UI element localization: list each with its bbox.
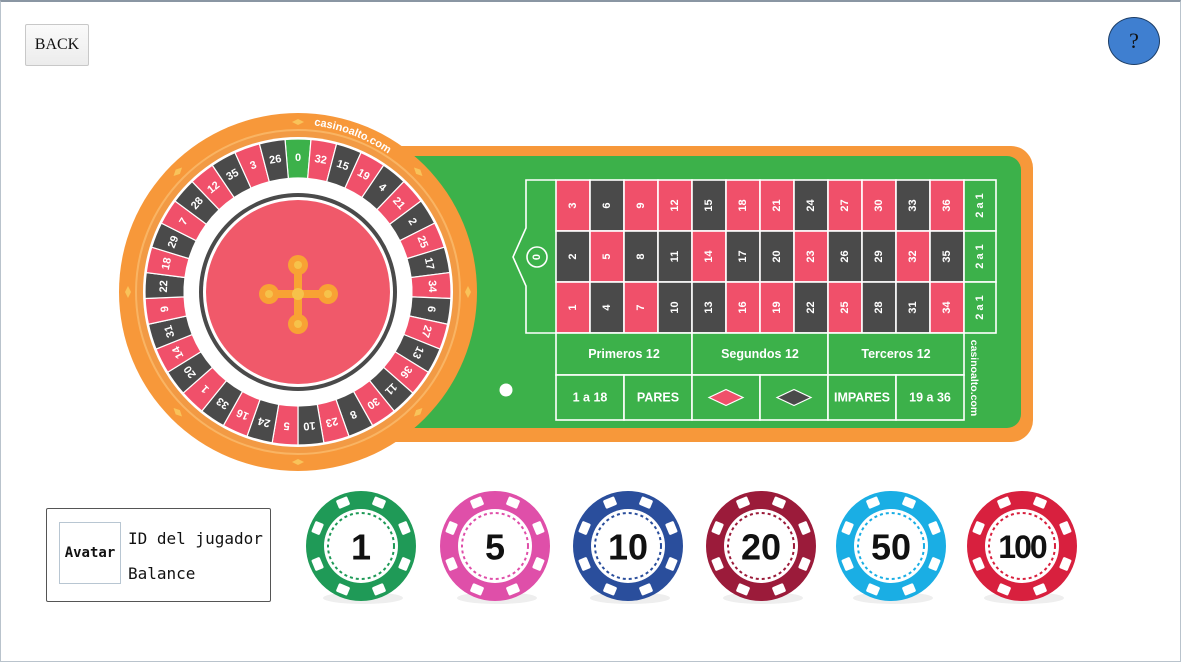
bet-cell-number: 36	[941, 199, 953, 211]
player-panel: Avatar ID del jugador Balance	[46, 508, 271, 602]
column-bet-label: 2 a 1	[974, 295, 986, 319]
bet-cell-number: 2	[567, 253, 579, 259]
outside-bet-label: PARES	[637, 391, 679, 405]
bet-cell-number: 19	[771, 301, 783, 313]
bet-cell-number: 6	[601, 202, 613, 208]
wheel-pocket-number: 34	[426, 280, 439, 294]
help-button[interactable]: ?	[1108, 17, 1160, 65]
bet-cell-number: 7	[635, 304, 647, 310]
chip-100[interactable]: 100	[967, 491, 1077, 604]
roulette-wheel[interactable]: 0 32 1519421225173462713361130823105241633…	[119, 113, 477, 471]
zero-label: 0	[531, 254, 543, 260]
bet-cell-number: 8	[635, 253, 647, 259]
bet-cell-number: 16	[737, 301, 749, 313]
bet-cell-number: 1	[567, 304, 579, 310]
dozen-bet-label: Primeros 12	[588, 347, 660, 361]
bet-cell-number: 32	[907, 250, 919, 262]
bet-cell-number: 34	[941, 301, 953, 314]
bet-cell-number: 9	[635, 202, 647, 208]
bet-cell-number: 24	[805, 199, 817, 212]
dozen-bet-label: Segundos 12	[721, 347, 799, 361]
chip-value-label: 50	[871, 527, 911, 568]
wheel-pocket-number: 32	[314, 153, 328, 167]
bet-cell-number: 18	[737, 199, 749, 211]
bet-cell-number: 21	[771, 199, 783, 211]
bet-cell-number: 22	[805, 301, 817, 313]
bet-cell-number: 10	[669, 301, 681, 313]
dozen-bet-label: Terceros 12	[861, 347, 930, 361]
bet-cell-number: 4	[601, 304, 613, 311]
bet-cell-number: 29	[873, 250, 885, 262]
ball-marker	[499, 383, 513, 397]
wheel-pocket-number: 10	[303, 419, 316, 432]
bet-cell-number: 5	[601, 253, 613, 259]
avatar: Avatar	[59, 522, 121, 584]
outside-bet-label: 19 a 36	[909, 391, 951, 405]
outside-bet-label: 1 a 18	[573, 391, 608, 405]
column-bet-label: 2 a 1	[974, 244, 986, 268]
chip-value-label: 10	[608, 527, 648, 568]
wheel-pocket-number: 18	[160, 257, 174, 272]
bet-cell-number: 13	[703, 301, 715, 313]
bet-cell-number: 3	[567, 202, 579, 208]
chip-50[interactable]: 50	[836, 491, 946, 604]
balance-label: Balance	[128, 564, 196, 583]
bet-cell-number: 15	[703, 199, 715, 211]
bet-cell-number: 25	[839, 301, 851, 313]
bet-cell-number: 20	[771, 250, 783, 262]
chip-value-label: 100	[998, 529, 1047, 565]
board-brand-label: casinoalto.com	[968, 340, 980, 416]
wheel-pocket-number: 5	[283, 419, 290, 431]
outside-bet-label: IMPARES	[834, 391, 890, 405]
bet-cell-number: 26	[839, 250, 851, 262]
back-button[interactable]: BACK	[25, 24, 89, 66]
bet-cell-number: 17	[737, 250, 749, 262]
player-id-label: ID del jugador	[128, 529, 263, 548]
bet-cell-number: 30	[873, 199, 885, 211]
bet-cell-number: 27	[839, 199, 851, 211]
bet-cell-number: 12	[669, 199, 681, 211]
chip-20[interactable]: 20	[706, 491, 816, 604]
chip-10[interactable]: 10	[573, 491, 683, 604]
wheel-pocket-number: 26	[268, 153, 282, 167]
bet-cell-number: 28	[873, 301, 885, 313]
chip-value-label: 5	[485, 527, 505, 568]
bet-cell-number: 31	[907, 301, 919, 313]
chip-1[interactable]: 1	[306, 491, 416, 604]
bet-cell-number: 11	[669, 251, 681, 263]
bet-cell-number: 14	[703, 250, 715, 263]
chip-5[interactable]: 5	[440, 491, 550, 604]
bet-cell-number: 23	[805, 250, 817, 262]
wheel-pocket-number: 22	[158, 280, 171, 293]
wheel-pocket-number: 17	[422, 257, 436, 272]
column-bet-label: 2 a 1	[974, 193, 986, 217]
wheel-pocket-number: 0	[295, 152, 301, 164]
chip-value-label: 20	[741, 527, 781, 568]
bet-cell-number: 35	[941, 250, 953, 262]
bet-cell-number: 33	[907, 199, 919, 211]
chip-value-label: 1	[351, 527, 371, 568]
